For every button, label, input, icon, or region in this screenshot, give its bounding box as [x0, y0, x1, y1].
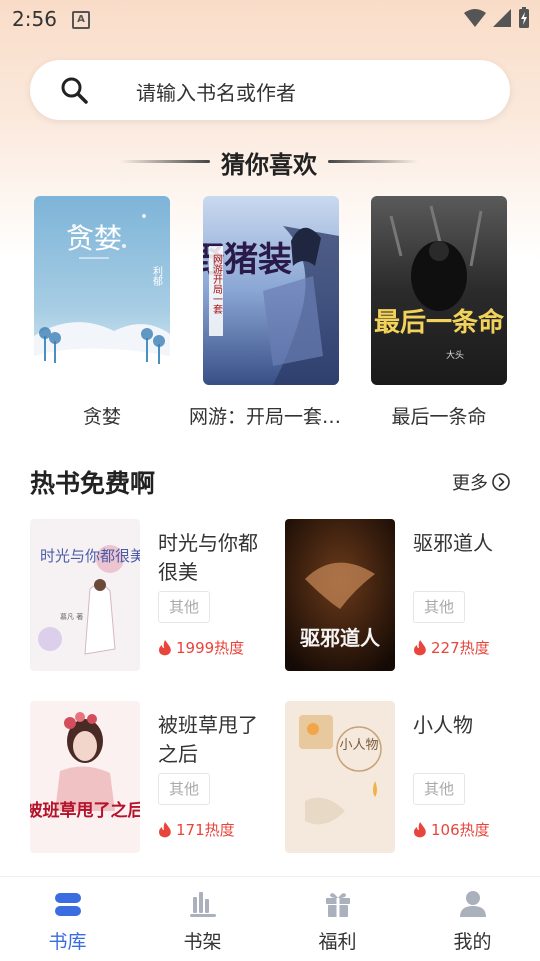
- hot-book-3[interactable]: 被班草甩了之后 被班草甩了之后 其他 171热度: [30, 701, 270, 853]
- category-tag: 其他: [413, 591, 465, 623]
- cover-title-text: 被班草甩了之后: [30, 800, 140, 821]
- gift-icon: [325, 893, 350, 917]
- guess-book-3[interactable]: 最后一条命 大头 最后一条命: [371, 196, 507, 428]
- heat-indicator: 1999热度: [158, 637, 244, 658]
- cover-title-text: 驱邪道人: [300, 626, 381, 650]
- cover-author-text: 利郁: [151, 266, 163, 287]
- bottom-tab-bar: 书库 书架 福利 我的: [0, 876, 540, 961]
- guess-book-title: 贪婪: [82, 406, 121, 428]
- book-cover: 最后一条命 大头: [371, 196, 507, 385]
- tab-label: 书库: [48, 931, 87, 953]
- status-bar: 2:56 A: [0, 0, 540, 36]
- divider-left: [120, 160, 210, 163]
- status-icons: [464, 7, 530, 29]
- signal-icon: [493, 9, 511, 27]
- heat-value: 171热度: [176, 821, 235, 839]
- more-label: 更多: [452, 473, 488, 494]
- flame-icon: [414, 639, 426, 655]
- hot-section-title: 热书免费啊: [30, 469, 156, 498]
- book-cover: 小人物: [285, 701, 395, 853]
- category-tag: 其他: [158, 591, 210, 623]
- heat-value: 227热度: [431, 639, 490, 657]
- hot-book-2[interactable]: 驱邪道人 驱邪道人 其他 227热度: [285, 519, 525, 671]
- wifi-icon: [464, 9, 486, 27]
- category-tag: 其他: [158, 773, 210, 805]
- cover-author-text: 慕凡 著: [60, 612, 83, 621]
- guess-book-1[interactable]: 贪婪 利郁 贪婪: [34, 196, 170, 428]
- library-icon: [54, 893, 81, 916]
- book-title: 小人物: [413, 713, 473, 737]
- search-bar[interactable]: 请输入书名或作者: [30, 60, 510, 120]
- cover-title-text: 最后一条命: [374, 307, 505, 338]
- guess-book-2[interactable]: 野猪装 网游开局一套 网游：开局一套野猪装: [189, 196, 353, 428]
- flame-icon: [414, 821, 426, 837]
- tab-bookshelf[interactable]: 书架: [135, 877, 270, 961]
- user-icon: [459, 891, 486, 917]
- hot-book-1[interactable]: 时光与你都很美 慕凡 著 时光与你都很美 其他 1999热度: [30, 519, 270, 671]
- book-title: 驱邪道人: [413, 531, 493, 555]
- tab-library[interactable]: 书库: [0, 877, 135, 961]
- category-tag: 其他: [413, 773, 465, 805]
- book-title: 被班草甩了之后: [158, 713, 258, 766]
- book-cover: 被班草甩了之后: [30, 701, 140, 853]
- heat-indicator: 106热度: [413, 819, 490, 840]
- tab-welfare[interactable]: 福利: [270, 877, 405, 961]
- tab-label: 福利: [318, 931, 357, 953]
- cover-title-text: 小人物: [339, 738, 378, 753]
- guess-book-title: 最后一条命: [391, 406, 487, 428]
- bookshelf-icon: [189, 892, 216, 917]
- tab-me[interactable]: 我的: [405, 877, 540, 961]
- hot-book-4[interactable]: 小人物 小人物 其他 106热度: [285, 701, 525, 853]
- cover-title-text: 贪婪: [66, 222, 122, 255]
- book-cover: 时光与你都很美 慕凡 著: [30, 519, 140, 671]
- search-placeholder: 请输入书名或作者: [136, 81, 296, 105]
- guess-book-title: 网游：开局一套野猪装: [189, 406, 353, 428]
- book-cover: 驱邪道人: [285, 519, 395, 671]
- book-cover: 贪婪 利郁: [34, 196, 170, 385]
- divider-right: [328, 160, 418, 163]
- cover-title-text: 时光与你都很美: [40, 547, 140, 565]
- chevron-right-circle-icon: [492, 473, 510, 491]
- heat-value: 1999热度: [176, 639, 245, 657]
- guess-section-header: 猜你喜欢: [0, 145, 540, 179]
- cover-author-text: 大头: [446, 349, 464, 361]
- tab-label: 书架: [183, 931, 222, 953]
- heat-indicator: 171热度: [158, 819, 235, 840]
- flame-icon: [159, 821, 171, 837]
- more-button[interactable]: 更多: [452, 469, 510, 495]
- notification-a-icon: A: [72, 11, 90, 29]
- cover-side-text: 网游开局一套: [211, 254, 223, 315]
- battery-icon: [519, 7, 529, 28]
- search-icon: [61, 77, 88, 104]
- tab-label: 我的: [453, 931, 492, 953]
- book-cover: 野猪装 网游开局一套: [203, 196, 339, 385]
- heat-indicator: 227热度: [413, 637, 490, 658]
- book-title: 时光与你都很美: [158, 531, 258, 584]
- status-time: 2:56: [12, 7, 57, 31]
- heat-value: 106热度: [431, 821, 490, 839]
- guess-section-title: 猜你喜欢: [221, 151, 317, 179]
- flame-icon: [159, 639, 171, 655]
